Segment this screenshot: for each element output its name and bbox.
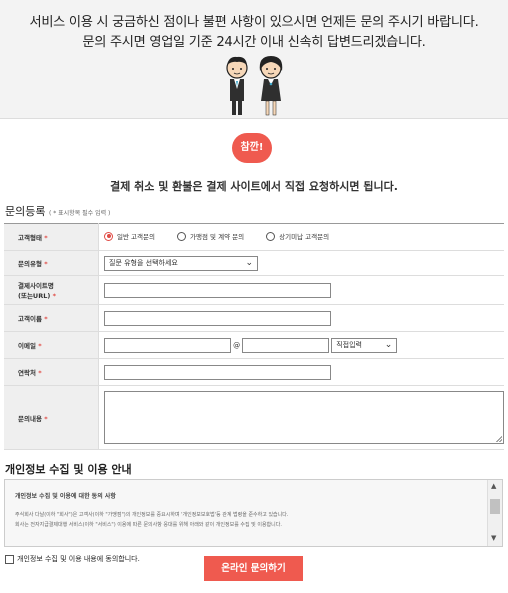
- banner-text-line-2: 문의 주시면 영업일 기준 24시간 이내 신속히 답변드리겠습니다.: [82, 35, 426, 50]
- email-cell: @ 직접입력 ⌄: [98, 331, 504, 359]
- scroll-down-arrow-icon[interactable]: ▼: [491, 534, 496, 542]
- email-id-input[interactable]: [104, 337, 231, 353]
- select-value: 직접입력: [336, 341, 362, 349]
- payment-site-cell: [98, 275, 504, 305]
- required-mark: *: [44, 260, 48, 268]
- label-phone: 연락처 *: [4, 358, 99, 386]
- content-cell: [98, 385, 504, 450]
- radio-button[interactable]: [266, 231, 276, 241]
- notice-badge: 참깐!: [232, 133, 272, 163]
- required-mark: *: [52, 292, 56, 300]
- radio-button[interactable]: [177, 231, 187, 241]
- banner-text-line-1: 서비스 이용 시 궁금하신 점이나 불편 사항이 있으시면 언제든 문의 주시기…: [29, 15, 479, 30]
- label-email: 이메일 *: [4, 331, 99, 359]
- radio-merchant-inquiry[interactable]: 가맹점 및 계약 문의: [177, 231, 244, 241]
- inquiry-type-select[interactable]: 질문 유형을 선택하세요 ⌄: [104, 255, 258, 271]
- header-banner: 서비스 이용 시 궁금하신 점이나 불편 사항이 있으시면 언제든 문의 주시기…: [0, 0, 508, 119]
- scroll-up-arrow-icon[interactable]: ▲: [491, 482, 496, 490]
- privacy-terms-box[interactable]: 개인정보 수집 및 이용에 대한 동의 사항 주식회사 다날(이하 "회사")은…: [4, 479, 503, 547]
- radio-label: 가맹점 및 계약 문의: [190, 233, 245, 242]
- row-email: 이메일 * @ 직접입력 ⌄: [4, 331, 504, 359]
- label-text: 연락처: [18, 369, 36, 377]
- row-phone: 연락처 *: [4, 358, 504, 386]
- chevron-down-icon: ⌄: [384, 340, 393, 350]
- label-customer-name: 고객이름 *: [4, 304, 99, 332]
- inquiry-type-cell: 질문 유형을 선택하세요 ⌄: [98, 250, 504, 276]
- privacy-agree-label: 개인정보 수집 및 이용 내용에 동의합니다.: [17, 555, 140, 563]
- email-at-sign: @: [233, 341, 241, 349]
- label-text: 이메일: [18, 342, 36, 350]
- privacy-box-title: 개인정보 수집 및 이용에 대한 동의 사항: [15, 493, 116, 500]
- customer-name-cell: [98, 304, 504, 332]
- label-text: 고객이름: [18, 315, 42, 323]
- content-textarea[interactable]: [104, 391, 504, 444]
- phone-input[interactable]: [104, 364, 331, 380]
- row-payment-site: 결제사이트명 (또는URL) *: [4, 275, 504, 305]
- email-domain-select[interactable]: 직접입력 ⌄: [331, 337, 398, 353]
- customer-service-people-icon: [226, 56, 283, 116]
- label-content: 문의내용 *: [4, 385, 99, 450]
- required-mark: *: [44, 414, 48, 423]
- select-value: 질문 유형을 선택하세요: [109, 259, 178, 267]
- chevron-down-icon: ⌄: [245, 258, 253, 268]
- row-inquiry-type: 문의유형 * 질문 유형을 선택하세요 ⌄: [4, 250, 504, 276]
- required-mark: *: [44, 315, 48, 323]
- privacy-text-line-1: 주식회사 다날(이하 "회사")은 고객사(이하 "가맹점")의 개인정보를 중…: [15, 512, 289, 518]
- form-title-text: 문의등록: [5, 205, 46, 218]
- required-mark: *: [38, 342, 42, 350]
- radio-button[interactable]: [104, 231, 113, 241]
- radio-label: 일반 고객문의: [117, 233, 155, 242]
- privacy-section-title: 개인정보 수집 및 이용 안내: [5, 463, 132, 476]
- label-inquiry-type: 문의유형 *: [4, 250, 99, 276]
- phone-cell: [98, 358, 504, 386]
- form-title: 문의등록 ( * 표시항목 필수 입력 ): [5, 203, 110, 219]
- submit-inquiry-button[interactable]: 온라인 문의하기: [204, 556, 303, 581]
- notice-text: 결제 취소 및 환불은 결제 사이트에서 직접 요청하시면 됩니다.: [110, 180, 398, 193]
- radio-unpaid-inquiry[interactable]: 상기미납 고객문의: [266, 231, 329, 241]
- label-text: 문의유형: [18, 260, 42, 268]
- radio-label: 상기미납 고객문의: [279, 233, 330, 242]
- privacy-agree-checkbox[interactable]: [5, 554, 14, 564]
- inquiry-form: 고객형태 * 일반 고객문의 가맹점 및 계약 문의 상기미납 고객문의 문의유…: [4, 223, 504, 450]
- scrollbar-thumb[interactable]: [490, 499, 500, 514]
- label-payment-site: 결제사이트명 (또는URL) *: [4, 275, 99, 305]
- label-text: 고객형태: [18, 234, 42, 242]
- label-customer-type: 고객형태 *: [4, 223, 99, 251]
- customer-name-input[interactable]: [104, 310, 331, 326]
- email-domain-input[interactable]: [242, 337, 330, 353]
- row-customer-type: 고객형태 * 일반 고객문의 가맹점 및 계약 문의 상기미납 고객문의: [4, 223, 504, 251]
- privacy-text-line-2: 회사는 전자지급결제대행 서비스(이하 "서비스") 이용에 따른 문의사항 응…: [15, 522, 282, 528]
- label-text-line-2: (또는URL): [18, 292, 51, 300]
- required-mark: *: [44, 234, 48, 242]
- required-note: ( * 표시항목 필수 입력 ): [48, 210, 111, 217]
- label-text-line-1: 결제사이트명: [18, 282, 54, 290]
- row-content: 문의내용 *: [4, 385, 504, 450]
- customer-type-options: 일반 고객문의 가맹점 및 계약 문의 상기미납 고객문의: [98, 223, 504, 251]
- privacy-agree-row[interactable]: 개인정보 수집 및 이용 내용에 동의합니다.: [5, 554, 140, 564]
- label-text: 문의내용: [18, 414, 42, 423]
- resize-handle-icon[interactable]: [496, 436, 502, 442]
- row-customer-name: 고객이름 *: [4, 304, 504, 332]
- radio-general-inquiry[interactable]: 일반 고객문의: [104, 231, 155, 241]
- privacy-scrollbar[interactable]: ▲ ▼: [487, 480, 502, 546]
- payment-site-input[interactable]: [104, 282, 331, 298]
- required-mark: *: [38, 369, 42, 377]
